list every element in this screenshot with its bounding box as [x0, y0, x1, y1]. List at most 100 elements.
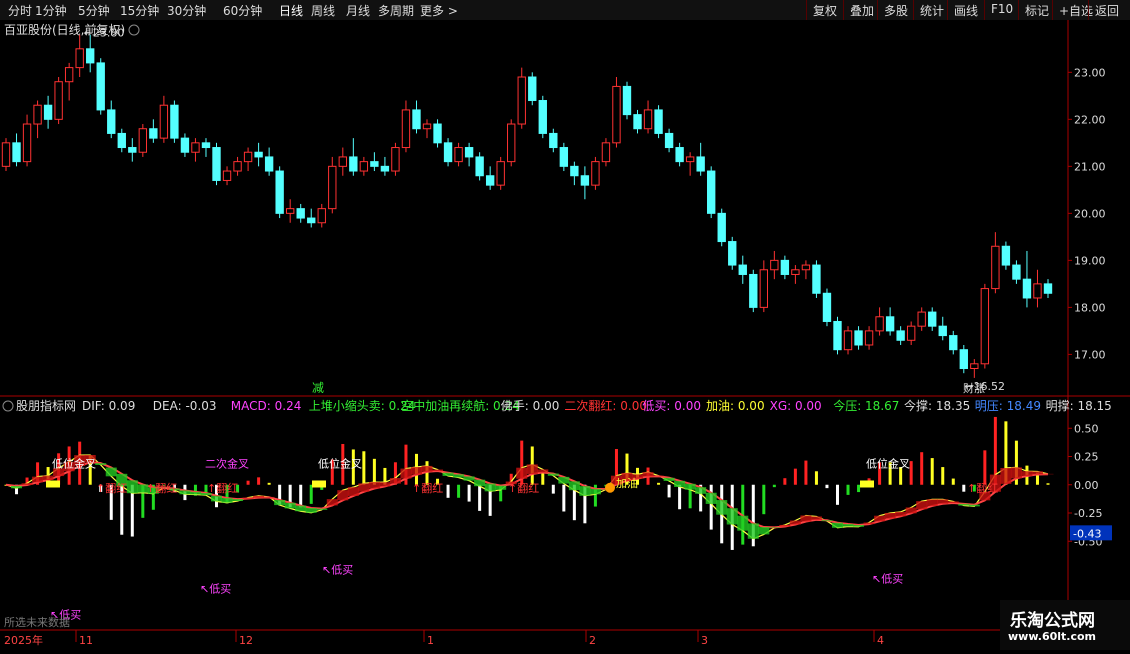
candle-body-34 [359, 161, 369, 172]
candle-body-82 [864, 330, 874, 346]
candle-body-95 [1001, 245, 1011, 266]
histogram-bar-74 [783, 478, 787, 485]
month-label-1: 12 [239, 634, 253, 647]
candle-body-23 [243, 151, 253, 163]
candle-body-46 [485, 175, 495, 186]
flip-red-label-2: ↑翻红 [207, 481, 238, 495]
period-tab-9[interactable]: 多周期 [378, 2, 414, 19]
candle-body-92 [970, 363, 979, 369]
candle-body-52 [549, 132, 558, 149]
candle-body-2 [22, 123, 32, 163]
candle-body-65 [685, 156, 695, 163]
histogram-bar-93 [983, 450, 987, 485]
period-tab-2[interactable]: 5分钟 [78, 2, 110, 19]
month-label-5: 4 [877, 634, 884, 647]
candle-body-90 [949, 335, 958, 351]
indicator-value-12: 明压: 18.49 [975, 399, 1041, 413]
period-tab-7[interactable]: 周线 [311, 2, 335, 19]
toolbar-button-0[interactable]: 复权 [806, 0, 843, 20]
candle-body-5 [54, 81, 63, 120]
histogram-bar-42 [446, 484, 450, 498]
histogram-bar-62 [657, 482, 661, 485]
low-cross-2-marker [312, 480, 326, 488]
indicator-value-3: 上堆小缩头卖: 0.24 [309, 398, 416, 413]
period-tab-6[interactable]: 日线 [279, 2, 303, 19]
candle-body-6 [64, 67, 74, 83]
candle-body-49 [517, 76, 526, 125]
candle-body-53 [559, 147, 569, 167]
candle-body-63 [664, 132, 674, 149]
indicator-value-0: DIF: 0.09 [82, 399, 135, 413]
candle-body-18 [191, 142, 200, 153]
candle-body-31 [328, 165, 337, 210]
period-tab-8[interactable]: 月线 [346, 2, 370, 19]
candle-body-12 [128, 147, 137, 153]
price-tick-label-0: 23.00 [1074, 66, 1106, 79]
histogram-bar-79 [835, 484, 839, 505]
histogram-bar-72 [762, 484, 766, 515]
toolbar: 分时 1分钟 5分钟 15分钟 30分钟 60分钟 日线 周线 月线 多周期 更多 > 复权 叠加 多股统… [0, 0, 1130, 21]
candle-body-42 [443, 142, 453, 163]
candle-body-29 [307, 217, 316, 224]
candle-body-47 [496, 161, 505, 186]
candle-body-85 [896, 330, 905, 341]
indicator-value-6: 二次翻红: 0.00 [564, 398, 647, 413]
histogram-bar-24 [257, 477, 261, 485]
indicator-value-10: 今压: 18.67 [833, 398, 899, 413]
toolbar-button-2[interactable]: 多股 [877, 0, 914, 20]
candle-body-9 [96, 62, 105, 111]
low-cross-2-label: 低位金叉 [318, 457, 362, 471]
period-tab-10[interactable]: 更多 > [420, 2, 458, 19]
candle-body-22 [233, 161, 242, 172]
candle-body-14 [149, 128, 158, 139]
toolbar-button-5[interactable]: F10 [984, 0, 1019, 20]
histogram-bar-76 [804, 460, 808, 485]
low-cross-1-label: 低位金叉 [52, 457, 96, 471]
histogram-bar-90 [951, 478, 955, 485]
candle-body-98 [1033, 283, 1042, 299]
candle-body-19 [201, 142, 211, 149]
toolbar-button-6[interactable]: 标记 [1018, 0, 1055, 20]
toolbar-button-3[interactable]: 统计 [913, 0, 950, 20]
histogram-bar-53 [562, 484, 566, 512]
histogram-bar-29 [309, 484, 313, 504]
period-tab-0[interactable]: 分时 [8, 2, 32, 19]
candle-body-86 [906, 325, 916, 341]
candle-body-91 [959, 349, 968, 369]
candle-body-73 [770, 259, 779, 271]
period-tab-3[interactable]: 15分钟 [120, 2, 159, 19]
toolbar-button-1[interactable]: 叠加 [843, 0, 880, 20]
histogram-bar-86 [909, 461, 913, 485]
high-price-label: ←23.80 [84, 27, 125, 40]
chart-svg[interactable]: 23.0022.0021.0020.0019.0018.0017.00百亚股份(… [0, 20, 1130, 650]
candle-body-87 [917, 311, 926, 327]
candle-body-32 [338, 156, 347, 167]
period-tab-1[interactable]: 1分钟 [35, 2, 67, 19]
candle-body-72 [759, 269, 769, 308]
candle-body-74 [780, 259, 790, 275]
period-tab-5[interactable]: 60分钟 [223, 2, 262, 19]
candle-body-54 [570, 165, 579, 177]
candle-body-60 [633, 114, 642, 130]
candle-body-66 [696, 156, 705, 172]
chart-area[interactable]: 23.00 22.00 21.00 20.00 19.00 18.00 17.00 百亚股份(… [0, 20, 1130, 650]
low-buy-label-1: ↖低买 [200, 583, 231, 596]
indicator-value-9: XG: 0.00 [770, 399, 822, 413]
candle-body-37 [391, 147, 400, 172]
candle-body-20 [212, 147, 221, 181]
toolbar-button-8[interactable]: 返回 [1088, 0, 1125, 20]
indicator-value-7: 低买: 0.00 [642, 399, 701, 413]
period-tab-4[interactable]: 30分钟 [167, 2, 206, 19]
month-label-0: 11 [79, 634, 93, 647]
indicator-value-8: 加油: 0.00 [706, 399, 765, 413]
candle-body-30 [317, 208, 326, 224]
price-tick-label-1: 22.00 [1074, 113, 1106, 126]
candle-body-51 [538, 100, 547, 134]
candle-body-77 [812, 264, 821, 294]
year-label: 2025年 [4, 633, 43, 647]
histogram-bar-52 [551, 484, 555, 494]
ind-tick-label-3: -0.25 [1074, 507, 1102, 520]
toolbar-button-4[interactable]: 画线 [947, 0, 984, 20]
candle-body-27 [285, 208, 295, 214]
price-tick-label-4: 19.00 [1074, 254, 1106, 267]
